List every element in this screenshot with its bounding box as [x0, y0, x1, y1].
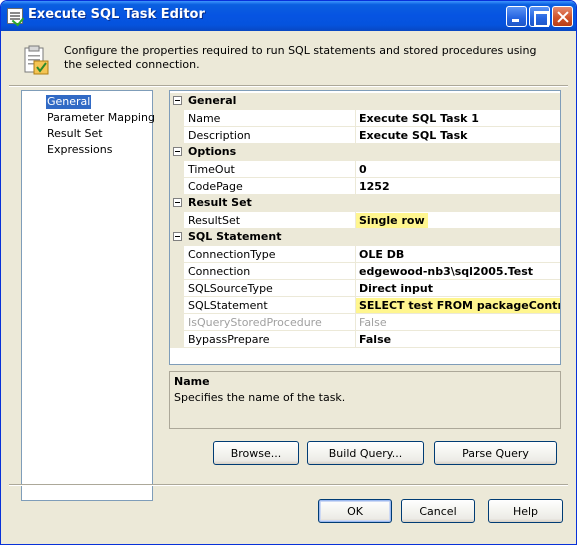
cancel-button[interactable]: Cancel [401, 499, 475, 523]
property-name: CodePage [184, 178, 356, 195]
property-name: Name [184, 110, 356, 127]
property-name: Connection [184, 263, 356, 280]
ok-button[interactable]: OK [318, 499, 392, 523]
property-row-sql-source-type[interactable]: SQLSourceType Direct input [170, 280, 560, 297]
highlighted-value: Single row [356, 213, 428, 228]
header-instructions: Configure the properties required to run… [64, 44, 537, 71]
nav-item-general[interactable]: General [46, 95, 92, 109]
property-value-bypass-prepare[interactable]: False [356, 331, 560, 348]
property-row-sql-statement[interactable]: SQLStatement SELECT test FROM packageCon… [170, 297, 560, 314]
property-value-timeout[interactable]: 0 [356, 161, 560, 178]
collapse-toggle-sql-statement[interactable] [173, 232, 182, 241]
category-options: Options [170, 144, 560, 161]
category-sql-statement: SQL Statement [170, 229, 560, 246]
property-row-name[interactable]: Name Execute SQL Task 1 [170, 110, 560, 127]
property-name: TimeOut [184, 161, 356, 178]
description-text: Specifies the name of the task. [174, 391, 346, 404]
property-value-name[interactable]: Execute SQL Task 1 [356, 110, 560, 127]
property-row-codepage[interactable]: CodePage 1252 [170, 178, 560, 195]
property-value-description[interactable]: Execute SQL Task [356, 127, 560, 144]
property-row-resultset[interactable]: ResultSet Single row [170, 212, 560, 229]
nav-item-expressions[interactable]: Expressions [46, 143, 113, 157]
property-row-description[interactable]: Description Execute SQL Task [170, 127, 560, 144]
category-label: Result Set [188, 196, 252, 209]
category-label: General [188, 94, 237, 107]
nav-item-parameter-mapping[interactable]: Parameter Mapping [46, 111, 156, 125]
property-value-codepage[interactable]: 1252 [356, 178, 560, 195]
parse-query-button[interactable]: Parse Query [434, 441, 557, 465]
category-label: SQL Statement [188, 230, 282, 243]
category-label: Options [188, 145, 237, 158]
property-name: Description [184, 127, 356, 144]
property-row-timeout[interactable]: TimeOut 0 [170, 161, 560, 178]
property-name: ConnectionType [184, 246, 356, 263]
task-editor-icon [7, 8, 23, 24]
property-description-panel: Name Specifies the name of the task. [169, 371, 561, 429]
collapse-toggle-options[interactable] [173, 147, 182, 156]
window-title: Execute SQL Task Editor [28, 7, 205, 22]
collapse-toggle-result-set[interactable] [173, 198, 182, 207]
help-button[interactable]: Help [488, 499, 563, 523]
header-separator [9, 85, 568, 87]
property-name: SQLSourceType [184, 280, 356, 297]
property-value-resultset[interactable]: Single row [356, 212, 560, 229]
collapse-toggle-general[interactable] [173, 96, 182, 105]
property-name: ResultSet [184, 212, 356, 229]
execute-sql-task-editor-window: Execute SQL Task Editor Configure the pr… [0, 0, 577, 545]
property-value-sql-source-type[interactable]: Direct input [356, 280, 560, 297]
build-query-button[interactable]: Build Query... [307, 441, 424, 465]
property-row-bypass-prepare[interactable]: BypassPrepare False [170, 331, 560, 348]
maximize-button[interactable] [529, 6, 550, 27]
highlighted-value: SELECT test FROM packageControls [356, 298, 560, 313]
property-row-connection-type[interactable]: ConnectionType OLE DB [170, 246, 560, 263]
property-name: SQLStatement [184, 297, 356, 314]
nav-item-result-set[interactable]: Result Set [46, 127, 104, 141]
browse-button[interactable]: Browse... [213, 441, 299, 465]
category-general: General [170, 93, 560, 110]
property-row-connection[interactable]: Connection edgewood-nb3\sql2005.Test [170, 263, 560, 280]
title-bar[interactable]: Execute SQL Task Editor [1, 1, 576, 31]
property-name: BypassPrepare [184, 331, 356, 348]
property-value-sql-statement[interactable]: SELECT test FROM packageControls [356, 297, 560, 314]
property-value-is-query-stored-procedure: False [356, 314, 560, 331]
close-button[interactable] [552, 6, 573, 27]
sql-task-icon [24, 45, 49, 75]
property-value-connection[interactable]: edgewood-nb3\sql2005.Test [356, 263, 560, 280]
footer-separator [9, 484, 568, 486]
description-title: Name [174, 375, 210, 388]
page-navigation-list: General Parameter Mapping Result Set Exp… [21, 90, 156, 501]
property-value-connection-type[interactable]: OLE DB [356, 246, 560, 263]
minimize-button[interactable] [506, 6, 527, 27]
property-grid: General Name Execute SQL Task 1 Descript… [169, 90, 561, 365]
property-row-is-query-stored-procedure[interactable]: IsQueryStoredProcedure False [170, 314, 560, 331]
category-result-set: Result Set [170, 195, 560, 212]
property-name: IsQueryStoredProcedure [184, 314, 356, 331]
